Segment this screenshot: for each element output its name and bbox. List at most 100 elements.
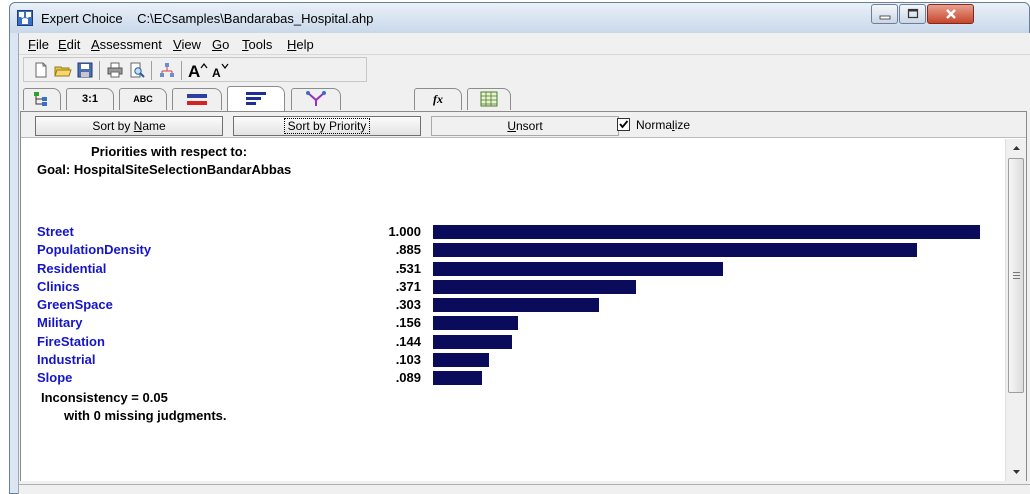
tab-formula[interactable]: fx [414,88,462,110]
priority-row[interactable]: Slope .089 [21,369,1005,387]
priority-row[interactable]: GreenSpace .303 [21,296,1005,314]
priorities-heading: Priorities with respect to: [91,144,248,159]
file-path: C:\ECsamples\Bandarabas_Hospital.ahp [137,11,374,26]
priority-bar [433,225,980,239]
tab-pairwise[interactable]: 3:1 [66,88,114,110]
priority-bar [433,371,482,386]
priority-bar [433,261,723,276]
menu-view[interactable]: View [173,37,201,52]
title-bar[interactable]: Expert Choice C:\ECsamples\Bandarabas_Ho… [10,3,1029,33]
window-title: Expert Choice C:\ECsamples\Bandarabas_Ho… [41,11,373,26]
priorities-bars-icon [246,92,266,105]
main-toolbar: A A [23,57,367,82]
priority-label: Military [37,315,83,331]
menu-bar: File Edit Assessment View Go Tools Help [19,33,1030,55]
print-icon[interactable] [106,61,124,79]
tree-tab-icon [34,92,47,106]
priority-value: .156 [395,315,421,331]
priorities-report: Priorities with respect to: Goal: Hospit… [21,139,1005,481]
font-decrease-icon[interactable]: A [211,61,231,80]
priorities-panel: Sort by Name Sort by Priority Unsort Nor… [20,111,1027,481]
app-name: Expert Choice [41,11,123,26]
unsort-button[interactable]: Unsort [431,116,619,136]
menu-edit[interactable]: Edit [58,37,80,52]
priority-bar [433,353,489,368]
priority-label: Street [37,224,74,239]
priority-value: .371 [395,278,421,294]
priority-value: .885 [395,242,421,258]
tab-graphical[interactable] [172,88,222,110]
priority-row[interactable]: Industrial .103 [21,351,1005,369]
tab-synthesis[interactable] [291,88,341,110]
tab-tree[interactable] [23,88,61,110]
sort-by-name-button[interactable]: Sort by Name [35,116,223,136]
font-increase-icon[interactable]: A [187,61,209,81]
tree-view-icon[interactable] [158,61,176,79]
priority-value: 1.000 [388,224,421,239]
data-grid-icon [480,91,498,107]
priority-row[interactable]: Residential .531 [21,260,1005,278]
client-area: File Edit Assessment View Go Tools Help [18,33,1030,494]
vertical-scrollbar[interactable] [1005,139,1026,481]
priority-label: PopulationDensity [37,242,152,258]
arrow-up-icon [1013,146,1020,150]
menu-go[interactable]: Go [212,37,229,52]
priority-value: .089 [395,370,421,386]
menu-help[interactable]: Help [287,37,314,52]
sort-by-priority-button[interactable]: Sort by Priority [233,116,421,136]
view-tabs: 3:1 ABC fx [19,83,1030,111]
priority-bar [433,298,599,313]
priority-row[interactable]: PopulationDensity .885 [21,241,1005,259]
priority-bar [433,316,518,331]
priority-bar [433,243,917,258]
svg-text:A: A [212,66,221,79]
tab-grid[interactable] [467,88,511,110]
open-folder-icon[interactable] [54,61,72,79]
arrow-down-icon [1013,470,1020,474]
new-file-icon[interactable] [32,61,50,79]
priority-bar [433,334,512,349]
priority-value: .103 [395,352,421,368]
priority-rows: Street 1.000 PopulationDensity .885 Resident… [21,223,1005,388]
print-preview-icon[interactable] [128,61,146,79]
priority-label: Industrial [37,352,96,368]
graphical-compare-icon [187,94,207,105]
save-icon[interactable] [76,61,94,79]
priority-label: Slope [37,370,73,386]
priority-value: .531 [395,260,421,276]
status-bar [19,484,1030,494]
priority-row[interactable]: Clinics .371 [21,278,1005,296]
normalize-label: Normalize [636,118,691,132]
menu-assessment[interactable]: Assessment [91,37,162,52]
scroll-down-button[interactable] [1006,463,1027,481]
scroll-grip-icon [1013,272,1020,281]
close-button[interactable] [927,4,974,24]
goal-label: Goal: HospitalSiteSelectionBandarAbbas [37,162,292,177]
scroll-thumb[interactable] [1008,158,1024,393]
tab-verbal[interactable]: ABC [119,88,167,110]
priority-label: Residential [37,260,107,276]
priority-label: GreenSpace [37,297,113,313]
scroll-up-button[interactable] [1006,139,1027,157]
priority-bar [433,279,636,294]
minimize-button[interactable] [871,4,898,24]
priority-label: Clinics [37,278,80,294]
maximize-button[interactable] [899,4,926,24]
synthesis-icon [306,91,326,106]
priority-value: .303 [395,297,421,313]
app-window: Expert Choice C:\ECsamples\Bandarabas_Ho… [9,2,1030,494]
menu-tools[interactable]: Tools [242,37,272,52]
priority-value: .144 [395,333,421,349]
expert-choice-app-icon [17,10,33,26]
inconsistency-text: Inconsistency = 0.05 [41,390,168,405]
tab-priorities[interactable] [227,86,285,111]
checkmark-icon [619,120,629,129]
sort-toolbar: Sort by Name Sort by Priority Unsort Nor… [21,112,1026,138]
priority-row[interactable]: Street 1.000 [21,223,1005,241]
menu-file[interactable]: File [28,37,49,52]
svg-text:A: A [188,62,200,79]
priority-row[interactable]: FireStation .144 [21,333,1005,351]
normalize-checkbox-box[interactable] [617,118,630,131]
priority-label: FireStation [37,333,105,349]
priority-row[interactable]: Military .156 [21,314,1005,332]
